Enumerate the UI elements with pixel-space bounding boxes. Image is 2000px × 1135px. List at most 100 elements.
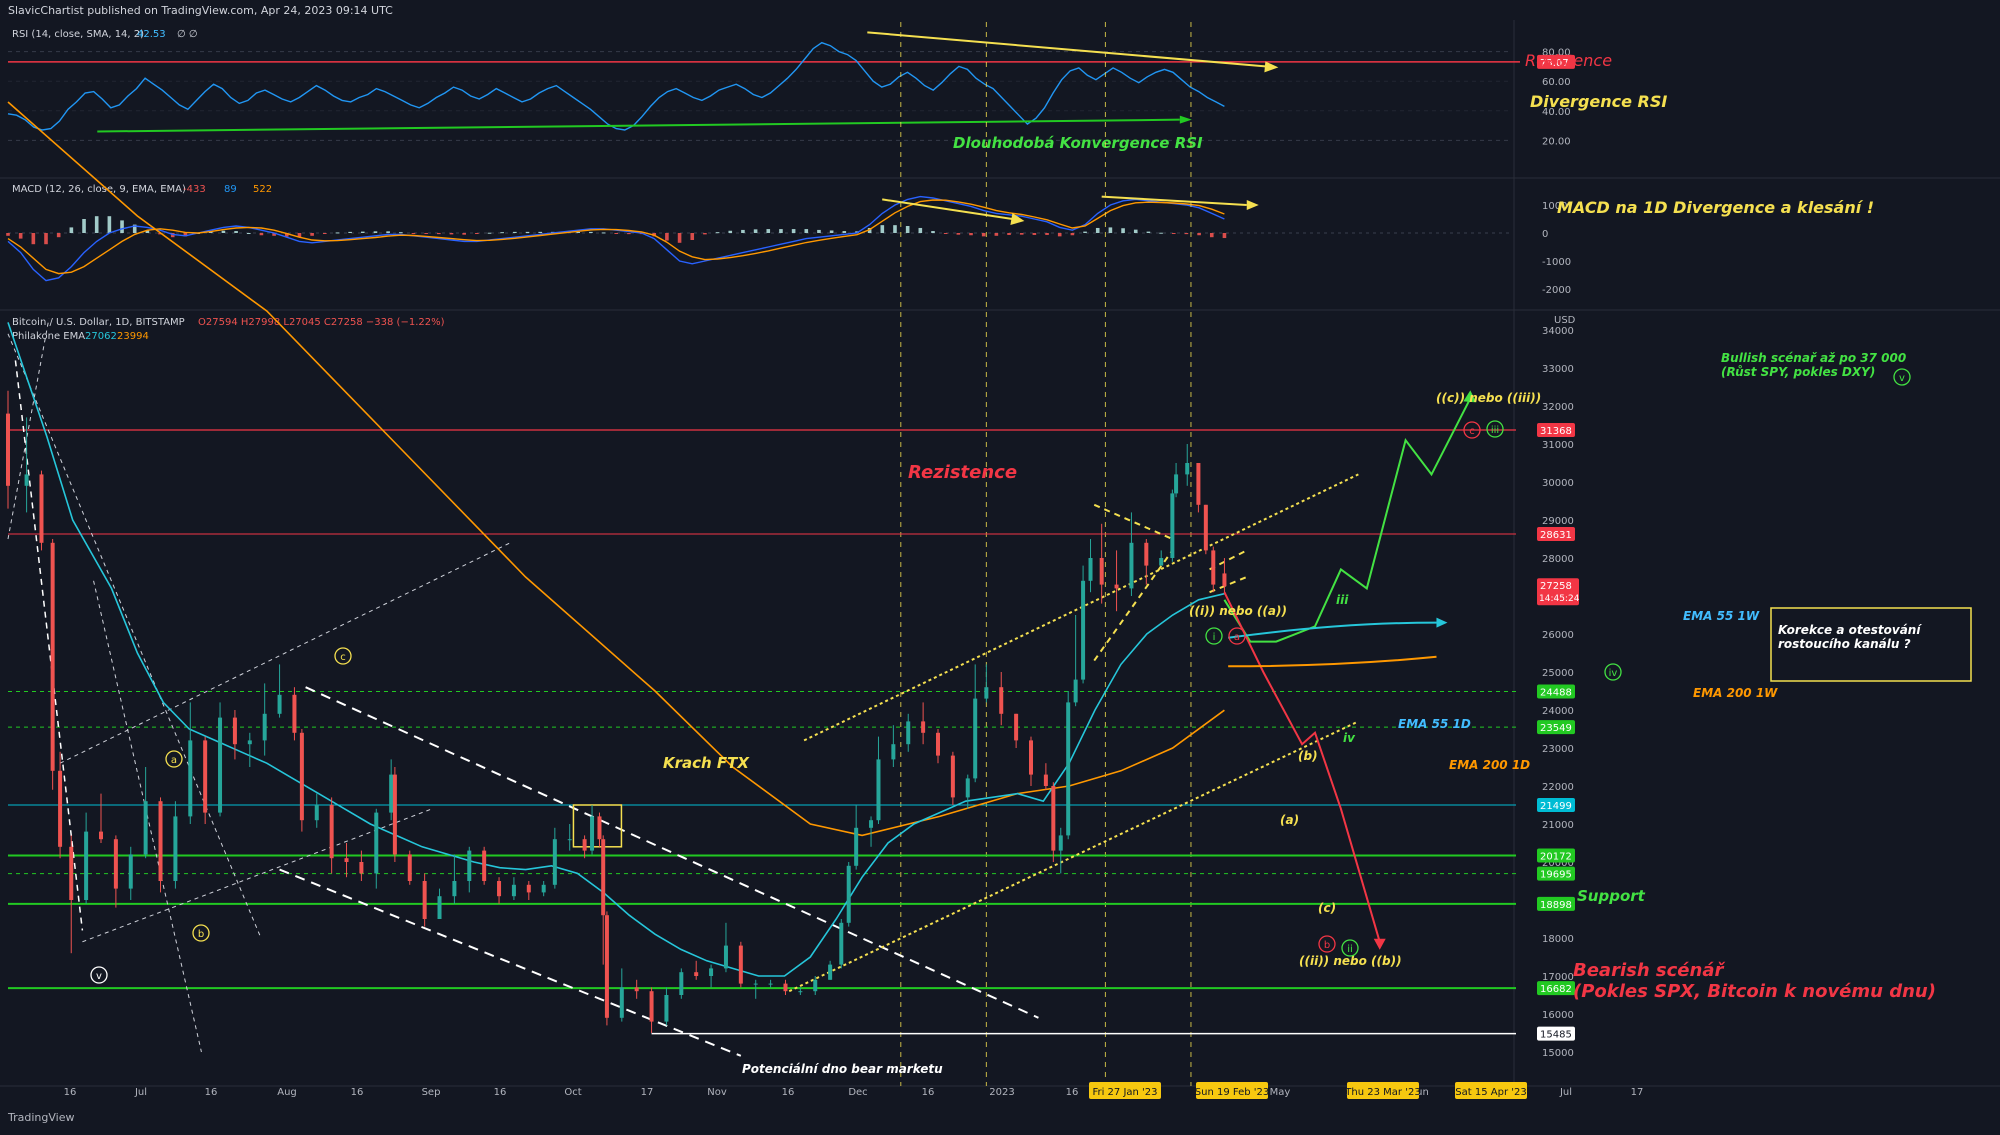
time-highlight-label: Thu 23 Mar '23 (1344, 1087, 1420, 1098)
macd-histogram-bar (981, 233, 986, 237)
time-axis-tick: Sep (422, 1087, 441, 1098)
rsi-divergence-label: Divergence RSI (1530, 92, 1667, 111)
bear-channel-lower (279, 868, 742, 1057)
time-axis-tick: May (1270, 1087, 1291, 1098)
candle-body (1170, 493, 1175, 558)
support-level-badge-text: 24488 (1540, 687, 1572, 698)
macd-histogram-bar (6, 233, 10, 236)
candle-body (1203, 504, 1208, 551)
resistance-level-badge-text: 28631 (1540, 530, 1572, 541)
macd-histogram-bar (665, 233, 669, 241)
macd-legend-value: -433 (183, 184, 206, 195)
candle-body (984, 687, 989, 699)
macd-axis-tick: -1000 (1542, 257, 1571, 268)
macd-histogram-bar (246, 233, 251, 234)
time-highlight-label: Sat 15 Apr '23 (1455, 1087, 1526, 1098)
candle-body (84, 831, 89, 900)
macd-histogram-bar (601, 232, 606, 234)
wave-circle-label: c (1469, 426, 1475, 437)
macd-axis-tick: 0 (1542, 229, 1548, 240)
macd-histogram-bar (525, 231, 530, 233)
rsi-convergence-arrow (1179, 115, 1192, 124)
macd-histogram-bar (703, 233, 707, 235)
candle-body (262, 713, 267, 741)
wave-circle-label: v (96, 971, 102, 982)
macd-histogram-bar (107, 216, 112, 233)
bearish-arrow (1373, 938, 1386, 950)
macd-histogram-bar (994, 233, 999, 236)
candle-body (768, 983, 773, 985)
candle-body (846, 865, 851, 923)
candle-body (950, 755, 955, 798)
candle-body (24, 474, 29, 486)
price-axis-tick: 29000 (1542, 516, 1574, 527)
rsi-convergence-line (97, 118, 1180, 133)
candle-body (906, 721, 911, 745)
candle-body (1066, 702, 1071, 836)
macd-histogram-bar (487, 232, 492, 234)
macd-histogram-bar (766, 229, 771, 233)
wave-circle-label: ii (1347, 944, 1353, 955)
macd-histogram-bar (931, 231, 935, 233)
macd-histogram-bar (842, 231, 847, 233)
support-level-badge-text: 16682 (1540, 984, 1572, 995)
candle-body (709, 968, 714, 976)
candle-body (407, 854, 412, 881)
macd-histogram-bar (120, 220, 124, 233)
candle-body (604, 915, 609, 1018)
candle-body (813, 979, 818, 992)
macd-histogram-bar (1184, 233, 1189, 235)
time-axis-tick: 16 (1066, 1087, 1079, 1098)
candle-body (314, 805, 319, 821)
time-axis-tick: Jul (134, 1087, 147, 1098)
candle-body (664, 995, 669, 1022)
falling-channel-line (7, 333, 262, 939)
support-label: Support (1577, 887, 1646, 905)
macd-histogram-bar (513, 231, 517, 233)
ema200-1d-label: EMA 200 1D (1449, 758, 1530, 772)
wave-label-iv: iv (1343, 731, 1356, 745)
macd-histogram-bar (969, 233, 973, 236)
macd-histogram-bar (348, 231, 352, 233)
macd-histogram-bar (18, 233, 23, 239)
wave-label-iii: iii (1336, 593, 1349, 607)
bullish-label-2: (Růst SPY, pokles DXY) (1721, 365, 1875, 379)
time-axis-tick: Jul (1559, 1087, 1572, 1098)
price-axis-tick: 31000 (1542, 440, 1574, 451)
macd-histogram-bar (411, 233, 416, 234)
candle-body (597, 816, 602, 840)
macd-histogram-bar (538, 231, 542, 233)
macd-histogram-bar (1171, 233, 1176, 234)
candle-body (497, 881, 502, 897)
candle-body (99, 831, 103, 840)
candle-body (247, 740, 252, 745)
price-axis-tick: 23000 (1542, 744, 1574, 755)
candle-body (839, 922, 844, 965)
candle-body (69, 846, 74, 900)
macd-histogram-bar (1057, 233, 1062, 237)
bitcoin-chart[interactable]: RSI (14, close, SMA, 14, 2)42.53 ∅ ∅80.00… (0, 0, 2000, 1131)
candle-body (1174, 474, 1179, 494)
macd-histogram-bar (956, 233, 961, 235)
macd-histogram-bar (918, 227, 923, 233)
wave-label-a: (a) (1280, 813, 1299, 827)
time-axis-tick: 16 (205, 1087, 218, 1098)
macd-line (7, 195, 1225, 282)
price-legend-ema-name: Philakone EMA (12, 331, 85, 342)
candle-body (452, 881, 457, 897)
candle-body (329, 805, 334, 859)
candle-body (1029, 740, 1033, 775)
chart-stage[interactable]: RSI (14, close, SMA, 14, 2) 42.53 ∅ ∅ 80.00… (0, 0, 2000, 1131)
price-axis-tick: 16000 (1542, 1010, 1574, 1021)
bearish-label-1: Bearish scénář (1573, 960, 1725, 981)
wave-label-i-a: ((i)) nebo ((a)) (1189, 604, 1287, 618)
bearish-label-2: (Pokles SPX, Bitcoin k novému dnu) (1573, 981, 1936, 1002)
wave-circle-label: b (198, 929, 204, 940)
macd-histogram-bar (627, 233, 631, 235)
bottom-level-badge-text: 15485 (1540, 1030, 1572, 1041)
candle-body (876, 759, 881, 821)
ema55-1d-line (7, 322, 1225, 977)
candle-body (50, 542, 55, 771)
wave-circle-label: i (1213, 632, 1216, 643)
candle-body (467, 850, 472, 881)
